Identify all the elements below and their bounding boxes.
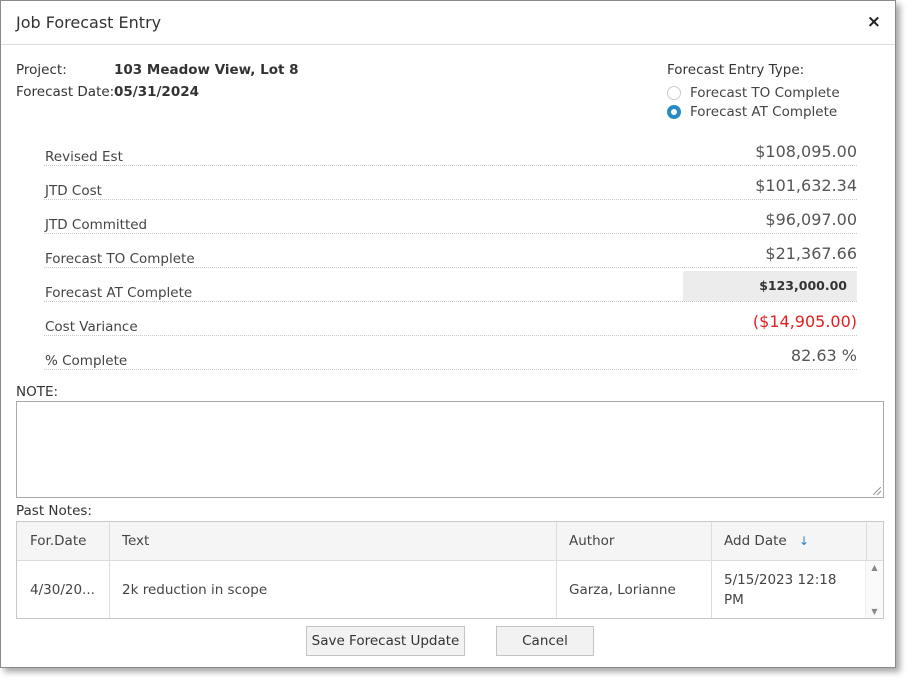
summary-row-forecast-to-complete: Forecast TO Complete $21,367.66 [44,237,857,268]
resize-grip-icon[interactable] [873,487,881,495]
summary-value: $108,095.00 [755,142,857,161]
cell-author: Garza, Lorianne [569,581,676,598]
note-textarea[interactable] [16,401,884,498]
radio-label: Forecast AT Complete [690,104,838,120]
radio-forecast-at-complete[interactable]: Forecast AT Complete [667,104,837,120]
summary-row-jtd-cost: JTD Cost $101,632.34 [44,169,857,200]
scroll-down-icon[interactable]: ▼ [866,607,883,616]
project-value: 103 Meadow View, Lot 8 [114,62,299,78]
scroll-up-icon[interactable]: ▲ [866,563,883,572]
summary-value: $101,632.34 [755,176,857,195]
summary-label: Revised Est [45,149,123,165]
cell-for-date: 4/30/20... [30,581,95,598]
radio-button-checked[interactable] [667,105,681,119]
summary-label: JTD Cost [45,183,102,199]
column-header-add-date-label: Add Date [724,533,787,549]
forecast-date-value: 05/31/2024 [114,84,200,100]
note-label: NOTE: [16,384,59,400]
column-header-add-date[interactable]: Add Date ↓ [711,522,866,560]
cell-add-date: 5/15/2023 12:18 PM [724,571,837,608]
dialog-titlebar: Job Forecast Entry × [1,1,895,45]
column-header-for-date[interactable]: For.Date [17,522,109,560]
radio-button-unchecked[interactable] [667,86,681,100]
summary-label: Cost Variance [45,319,138,335]
summary-label: % Complete [45,353,128,369]
past-notes-label: Past Notes: [16,503,92,519]
summary-label: Forecast TO Complete [45,251,195,267]
grid-header: For.Date Text Author Add Date ↓ [17,522,883,561]
grid-scrollbar[interactable]: ▲ ▼ [865,561,883,618]
summary-value: 82.63 % [790,346,857,365]
table-row[interactable]: 4/30/20... 2k reduction in scope Garza, … [17,561,866,618]
summary-value: $21,367.66 [765,244,857,263]
summary-row-revised-est: Revised Est $108,095.00 [44,135,857,166]
cell-text: 2k reduction in scope [122,581,268,598]
summary-label: Forecast AT Complete [45,285,193,301]
radio-label: Forecast TO Complete [690,85,840,101]
summary-row-cost-variance: Cost Variance ($14,905.00) [44,305,857,336]
column-header-author[interactable]: Author [556,522,711,560]
summary-label: JTD Committed [45,217,148,233]
summary-row-forecast-at-complete: Forecast AT Complete $123,000.00 [44,271,857,302]
past-notes-grid: For.Date Text Author Add Date ↓ 4/30/20.… [16,521,884,619]
save-forecast-update-button[interactable]: Save Forecast Update [306,626,465,656]
entry-type-label: Forecast Entry Type: [667,62,805,78]
cancel-button[interactable]: Cancel [496,626,594,656]
close-icon[interactable]: × [867,12,881,32]
summary-row-jtd-committed: JTD Committed $96,097.00 [44,203,857,234]
forecast-date-label: Forecast Date: [16,84,115,100]
dialog-title: Job Forecast Entry [16,13,162,32]
summary-value-negative: ($14,905.00) [752,312,857,331]
sort-descending-icon: ↓ [799,534,810,548]
job-forecast-dialog: Job Forecast Entry × Project: 103 Meadow… [0,0,896,668]
summary-value: $96,097.00 [765,210,857,229]
forecast-at-complete-input[interactable]: $123,000.00 [683,271,857,301]
radio-forecast-to-complete[interactable]: Forecast TO Complete [667,85,840,101]
summary-row-percent-complete: % Complete 82.63 % [44,339,857,370]
project-label: Project: [16,62,67,78]
column-header-text[interactable]: Text [109,522,556,560]
